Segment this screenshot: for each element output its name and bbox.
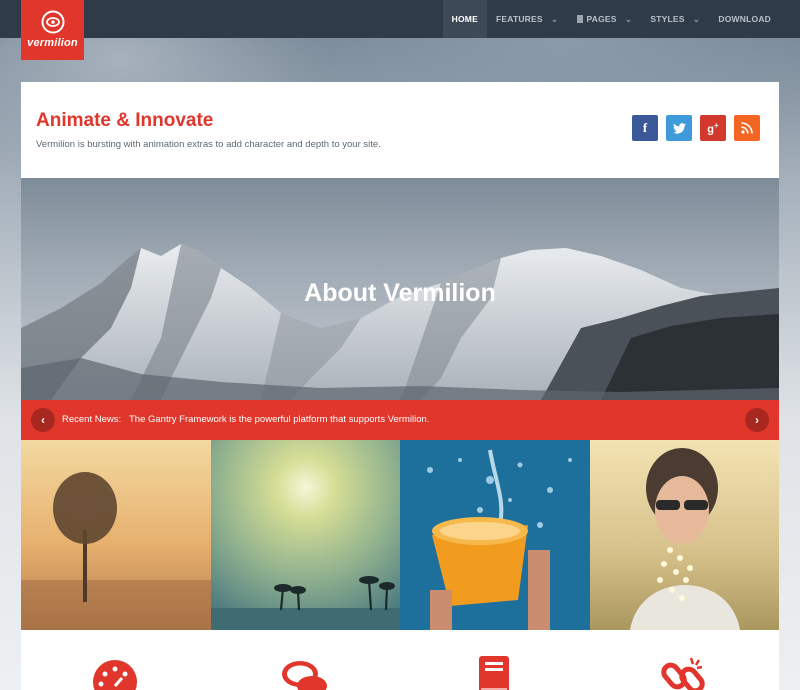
woman-flowers-photo[interactable] xyxy=(590,440,779,630)
chevron-down-icon: ⌄ xyxy=(550,13,559,24)
nav-item-label: Home xyxy=(451,14,478,24)
page-icon xyxy=(576,15,583,23)
vermilion-logo-icon xyxy=(41,10,64,34)
facebook-button[interactable]: f xyxy=(632,115,658,141)
social-links: f g+ xyxy=(632,115,760,141)
page-title: Animate & Innovate xyxy=(36,110,214,131)
water-bucket-photo[interactable] xyxy=(400,440,590,630)
features-section xyxy=(21,630,779,690)
nav-item-styles[interactable]: Styles ⌄ xyxy=(641,0,709,38)
nav-item-download[interactable]: Download xyxy=(709,0,780,38)
page-subtitle: Vermilion is bursting with animation ext… xyxy=(36,139,381,150)
news-next-button[interactable]: › xyxy=(745,408,769,432)
twitter-icon xyxy=(672,122,686,134)
news-prev-button[interactable]: ‹ xyxy=(31,408,55,432)
hero-title: About Vermilion xyxy=(21,279,779,308)
chevron-left-icon: ‹ xyxy=(41,413,45,427)
rss-button[interactable] xyxy=(734,115,760,141)
news-headline-link[interactable]: The Gantry Framework is the powerful pla… xyxy=(129,414,429,425)
dashboard-icon xyxy=(93,660,137,690)
chat-icon xyxy=(282,661,327,690)
rss-icon xyxy=(741,122,753,134)
brand-name: vermilion xyxy=(27,37,78,49)
nav-item-label: Features xyxy=(495,14,543,24)
chevron-down-icon: ⌄ xyxy=(624,13,633,24)
site-logo[interactable]: vermilion xyxy=(21,0,84,60)
intro-header: Animate & Innovate Vermilion is bursting… xyxy=(21,82,779,178)
nav-item-label: Pages xyxy=(586,14,617,24)
chevron-down-icon: ⌄ xyxy=(692,13,701,24)
palm-sun-photo[interactable] xyxy=(211,440,400,630)
main-nav: Home Features ⌄ Pages ⌄ Styles ⌄ Downloa… xyxy=(442,0,780,38)
tree-sunset-photo[interactable] xyxy=(21,440,211,630)
google-plus-button[interactable]: g+ xyxy=(700,115,726,141)
nav-item-label: Download xyxy=(718,14,771,24)
top-navbar: Home Features ⌄ Pages ⌄ Styles ⌄ Downloa… xyxy=(0,0,800,38)
hero-title-light: About xyxy=(304,279,377,307)
google-plus-icon: g+ xyxy=(707,120,719,136)
book-icon xyxy=(479,656,509,690)
nav-item-features[interactable]: Features ⌄ xyxy=(487,0,568,38)
facebook-icon: f xyxy=(642,120,648,135)
nav-item-pages[interactable]: Pages ⌄ xyxy=(568,0,642,38)
news-ticker: ‹ Recent News: The Gantry Framework is t… xyxy=(21,400,779,440)
hero-banner: About Vermilion xyxy=(21,178,779,400)
news-label: Recent News: xyxy=(62,414,122,425)
twitter-button[interactable] xyxy=(666,115,692,141)
chevron-right-icon: › xyxy=(755,413,759,427)
nav-item-label: Styles xyxy=(650,14,685,24)
nav-item-home[interactable]: Home xyxy=(442,0,487,38)
hero-title-bold: Vermilion xyxy=(383,279,496,307)
broken-link-icon xyxy=(661,657,705,690)
